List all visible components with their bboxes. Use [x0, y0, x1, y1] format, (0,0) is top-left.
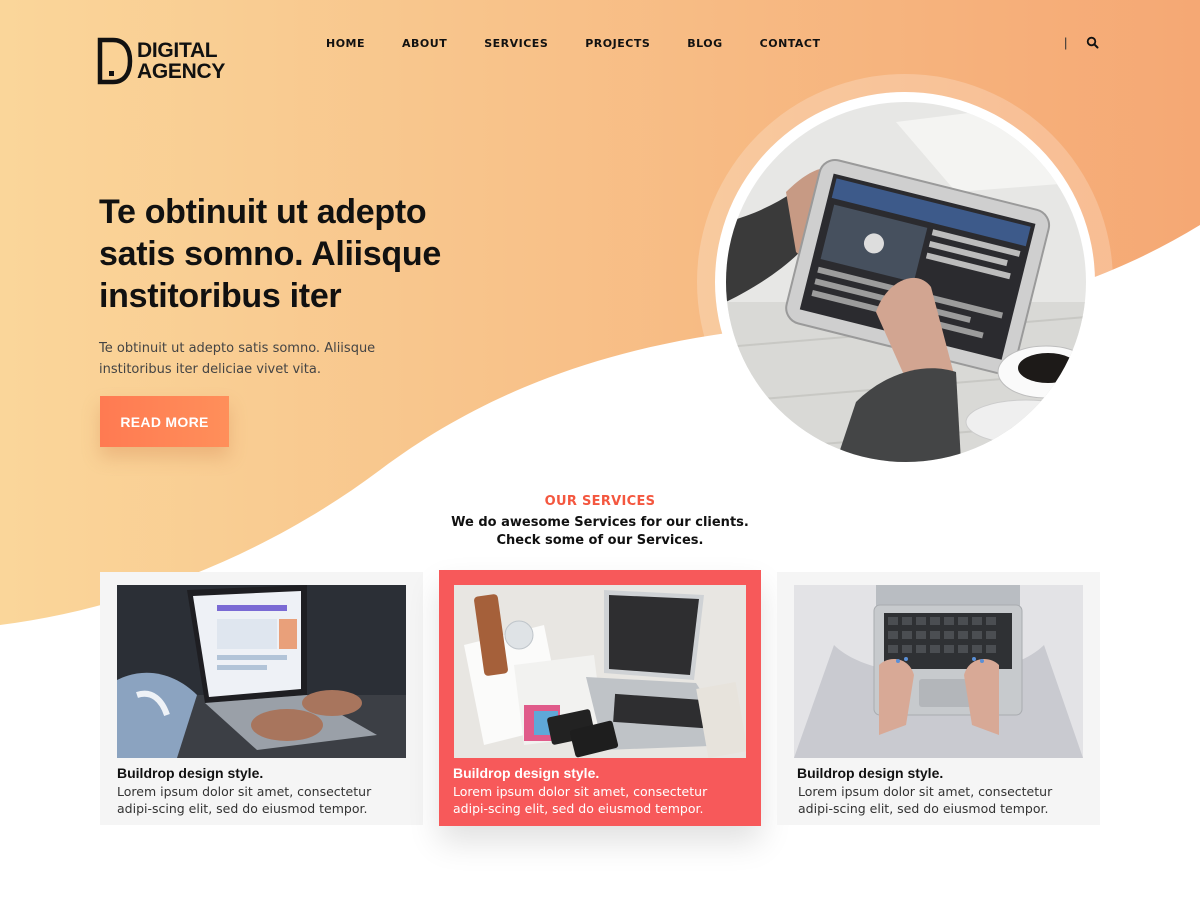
service-card-2-image	[454, 585, 746, 758]
nav-contact[interactable]: CONTACT	[760, 37, 821, 51]
nav-services[interactable]: SERVICES	[484, 37, 548, 51]
nav-projects[interactable]: PROJECTS	[585, 37, 650, 51]
read-more-button[interactable]: READ MORE	[100, 396, 229, 447]
brand-line-1: DIGITAL	[137, 39, 218, 62]
hero-subtitle: Te obtinuit ut adepto satis somno. Aliis…	[99, 341, 376, 377]
hero-title: Te obtinuit ut adepto satis somno. Aliis…	[99, 193, 441, 315]
main-nav: HOME ABOUT SERVICES PROJECTS BLOG CONTAC…	[326, 37, 821, 51]
service-card-1-image	[117, 585, 406, 758]
service-card-2[interactable]: Buildrop design style. Lorem ipsum dolor…	[439, 570, 761, 826]
nav-blog[interactable]: BLOG	[687, 37, 722, 51]
brand-line-2: AGENCY	[137, 60, 226, 83]
service-card-3-text: Lorem ipsum dolor sit amet, consectetur …	[798, 784, 1053, 816]
hero-photo-tablet	[726, 102, 1086, 462]
services-heading: We do awesome Services for our clients. …	[400, 514, 800, 550]
nav-about[interactable]: ABOUT	[402, 37, 447, 51]
service-card-1-title: Buildrop design style.	[117, 765, 264, 781]
services-kicker: OUR SERVICES	[544, 494, 656, 509]
services-heading-line-2: Check some of our Services.	[496, 533, 704, 548]
service-card-3-title: Buildrop design style.	[797, 765, 944, 781]
nav-divider: |	[1064, 35, 1068, 50]
service-card-1-text: Lorem ipsum dolor sit amet, consectetur …	[117, 784, 372, 816]
services-heading-line-1: We do awesome Services for our clients.	[451, 515, 749, 530]
nav-home[interactable]: HOME	[326, 37, 365, 51]
service-card-2-text: Lorem ipsum dolor sit amet, consectetur …	[453, 784, 708, 816]
service-card-3[interactable]: Buildrop design style. Lorem ipsum dolor…	[777, 572, 1100, 825]
brand-name: DIGITAL AGENCY	[137, 40, 225, 82]
search-icon[interactable]	[1086, 36, 1100, 50]
logo-mark-icon	[97, 37, 133, 85]
service-card-3-image	[794, 585, 1083, 758]
service-card-1[interactable]: Buildrop design style. Lorem ipsum dolor…	[100, 572, 423, 825]
brand-logo[interactable]: DIGITAL AGENCY	[97, 37, 237, 85]
service-card-2-title: Buildrop design style.	[453, 765, 600, 781]
